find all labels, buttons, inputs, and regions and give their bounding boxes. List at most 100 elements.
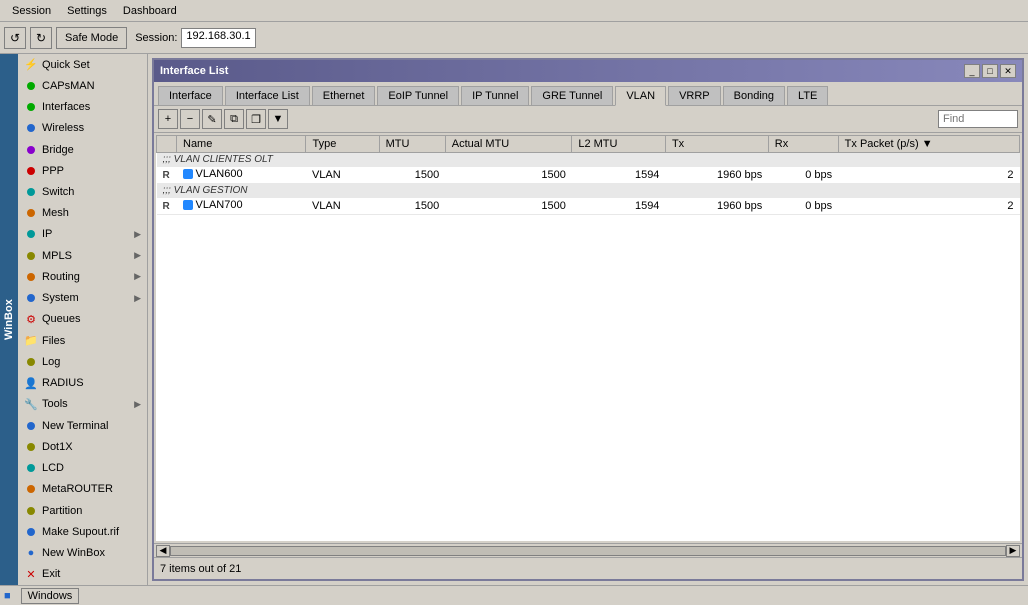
sidebar-item-new-terminal[interactable]: New Terminal bbox=[18, 415, 147, 436]
find-input[interactable] bbox=[938, 110, 1018, 128]
sidebar-label-bridge: Bridge bbox=[42, 144, 74, 156]
windows-button[interactable]: Windows bbox=[21, 588, 80, 604]
window-maximize-button[interactable]: □ bbox=[982, 64, 998, 78]
row-tx-vlan700: 1960 bps bbox=[665, 198, 768, 215]
sidebar-item-wireless[interactable]: Wireless bbox=[18, 118, 147, 139]
section-header-gestion-text: ;;; VLAN GESTION bbox=[157, 184, 1020, 198]
sidebar-label-mesh: Mesh bbox=[42, 207, 69, 219]
tab-vlan[interactable]: VLAN bbox=[615, 86, 666, 106]
row-l2-mtu-vlan600: 1594 bbox=[572, 167, 666, 184]
mesh-icon bbox=[24, 206, 38, 220]
tab-ip-tunnel[interactable]: IP Tunnel bbox=[461, 86, 529, 105]
sidebar-label-dot1x: Dot1X bbox=[42, 441, 73, 453]
sidebar-item-quick-set[interactable]: ⚡ Quick Set bbox=[18, 54, 147, 75]
tools-expand-arrow: ▶ bbox=[134, 399, 141, 410]
filter-button[interactable]: ▼ bbox=[268, 109, 288, 129]
tab-eoip-tunnel[interactable]: EoIP Tunnel bbox=[377, 86, 459, 105]
sidebar-item-routing[interactable]: Routing ▶ bbox=[18, 266, 147, 287]
tab-lte[interactable]: LTE bbox=[787, 86, 828, 105]
sidebar-item-interfaces[interactable]: Interfaces bbox=[18, 96, 147, 117]
remove-button[interactable]: − bbox=[180, 109, 200, 129]
tab-ethernet[interactable]: Ethernet bbox=[312, 86, 376, 105]
col-header-actual-mtu[interactable]: Actual MTU bbox=[445, 136, 572, 153]
scroll-right-button[interactable]: ▶ bbox=[1006, 545, 1020, 557]
col-header-mtu[interactable]: MTU bbox=[379, 136, 445, 153]
sidebar-label-system: System bbox=[42, 292, 79, 304]
sidebar-item-ppp[interactable]: PPP bbox=[18, 160, 147, 181]
col-header-name[interactable]: Name bbox=[177, 136, 306, 153]
routing-icon bbox=[24, 270, 38, 284]
safemode-button[interactable]: Safe Mode bbox=[56, 27, 127, 49]
sidebar-item-queues[interactable]: ⚙ Queues bbox=[18, 309, 147, 330]
row-name-vlan600: VLAN600 bbox=[177, 167, 306, 184]
tab-interface-list[interactable]: Interface List bbox=[225, 86, 310, 105]
sidebar-label-switch: Switch bbox=[42, 186, 74, 198]
sidebar-item-log[interactable]: Log bbox=[18, 351, 147, 372]
col-header-tx-pkt[interactable]: Tx Packet (p/s) ▼ bbox=[838, 136, 1019, 153]
table-row-vlan700[interactable]: R VLAN700 VLAN 1500 1500 1594 bbox=[157, 198, 1020, 215]
tab-interface[interactable]: Interface bbox=[158, 86, 223, 105]
copy-button[interactable]: ⧉ bbox=[224, 109, 244, 129]
col-header-flag[interactable] bbox=[157, 136, 177, 153]
sidebar-item-radius[interactable]: 👤 RADIUS bbox=[18, 373, 147, 394]
sidebar-item-exit[interactable]: ✕ Exit bbox=[18, 564, 147, 585]
interfaces-icon bbox=[24, 100, 38, 114]
add-button[interactable]: + bbox=[158, 109, 178, 129]
sidebar-item-ip[interactable]: IP ▶ bbox=[18, 224, 147, 245]
window-close-button[interactable]: ✕ bbox=[1000, 64, 1016, 78]
col-header-type[interactable]: Type bbox=[306, 136, 379, 153]
redo-button[interactable]: ↻ bbox=[30, 27, 52, 49]
sidebar-item-system[interactable]: System ▶ bbox=[18, 288, 147, 309]
log-icon bbox=[24, 355, 38, 369]
sidebar-item-tools[interactable]: 🔧 Tools ▶ bbox=[18, 394, 147, 415]
sidebar-item-new-winbox[interactable]: ● New WinBox bbox=[18, 542, 147, 563]
sidebar-label-make-supout: Make Supout.rif bbox=[42, 526, 119, 538]
tab-bonding[interactable]: Bonding bbox=[723, 86, 785, 105]
ip-expand-arrow: ▶ bbox=[134, 229, 141, 240]
col-header-rx[interactable]: Rx bbox=[768, 136, 838, 153]
sidebar-label-interfaces: Interfaces bbox=[42, 101, 90, 113]
statusbar: 7 items out of 21 bbox=[154, 557, 1022, 579]
col-header-l2-mtu[interactable]: L2 MTU bbox=[572, 136, 666, 153]
window-minimize-button[interactable]: _ bbox=[964, 64, 980, 78]
content-area: Interface List _ □ ✕ Interface Interface… bbox=[148, 54, 1028, 585]
row-l2-mtu-vlan700: 1594 bbox=[572, 198, 666, 215]
session-label: Session: bbox=[135, 32, 177, 44]
edit-button[interactable]: ✎ bbox=[202, 109, 222, 129]
sidebar-item-make-supout[interactable]: Make Supout.rif bbox=[18, 521, 147, 542]
menu-dashboard[interactable]: Dashboard bbox=[115, 3, 185, 19]
sidebar-label-quick-set: Quick Set bbox=[42, 59, 90, 71]
scrollbar-area: ◀ ▶ bbox=[154, 543, 1022, 557]
tools-icon: 🔧 bbox=[24, 397, 38, 411]
table-row-vlan600[interactable]: R VLAN600 VLAN 1500 1500 1594 bbox=[157, 167, 1020, 184]
sidebar-item-mpls[interactable]: MPLS ▶ bbox=[18, 245, 147, 266]
paste-button[interactable]: ❐ bbox=[246, 109, 266, 129]
sidebar-item-metarouter[interactable]: MetaROUTER bbox=[18, 479, 147, 500]
ppp-icon bbox=[24, 164, 38, 178]
session-value: 192.168.30.1 bbox=[181, 28, 255, 48]
menu-session[interactable]: Session bbox=[4, 3, 59, 19]
radius-icon: 👤 bbox=[24, 376, 38, 390]
sidebar-item-files[interactable]: 📁 Files bbox=[18, 330, 147, 351]
menu-settings[interactable]: Settings bbox=[59, 3, 115, 19]
sidebar-item-dot1x[interactable]: Dot1X bbox=[18, 436, 147, 457]
status-text: 7 items out of 21 bbox=[160, 563, 241, 575]
sidebar-label-lcd: LCD bbox=[42, 462, 64, 474]
switch-icon bbox=[24, 185, 38, 199]
interface-list-window: Interface List _ □ ✕ Interface Interface… bbox=[152, 58, 1024, 581]
window-titlebar: Interface List _ □ ✕ bbox=[154, 60, 1022, 82]
tab-vrrp[interactable]: VRRP bbox=[668, 86, 721, 105]
sidebar-item-capsman[interactable]: CAPsMAN bbox=[18, 75, 147, 96]
row-type-vlan700: VLAN bbox=[306, 198, 379, 215]
col-header-tx[interactable]: Tx bbox=[665, 136, 768, 153]
sidebar-item-mesh[interactable]: Mesh bbox=[18, 203, 147, 224]
sidebar-item-lcd[interactable]: LCD bbox=[18, 457, 147, 478]
sidebar-item-partition[interactable]: Partition bbox=[18, 500, 147, 521]
sidebar-item-bridge[interactable]: Bridge bbox=[18, 139, 147, 160]
tab-gre-tunnel[interactable]: GRE Tunnel bbox=[531, 86, 613, 105]
horizontal-scrollbar[interactable] bbox=[170, 546, 1006, 556]
scroll-left-button[interactable]: ◀ bbox=[156, 545, 170, 557]
undo-button[interactable]: ↺ bbox=[4, 27, 26, 49]
sidebar-item-switch[interactable]: Switch bbox=[18, 181, 147, 202]
interface-table-container[interactable]: Name Type MTU Actual MTU L2 MTU Tx Rx Tx… bbox=[156, 135, 1020, 541]
